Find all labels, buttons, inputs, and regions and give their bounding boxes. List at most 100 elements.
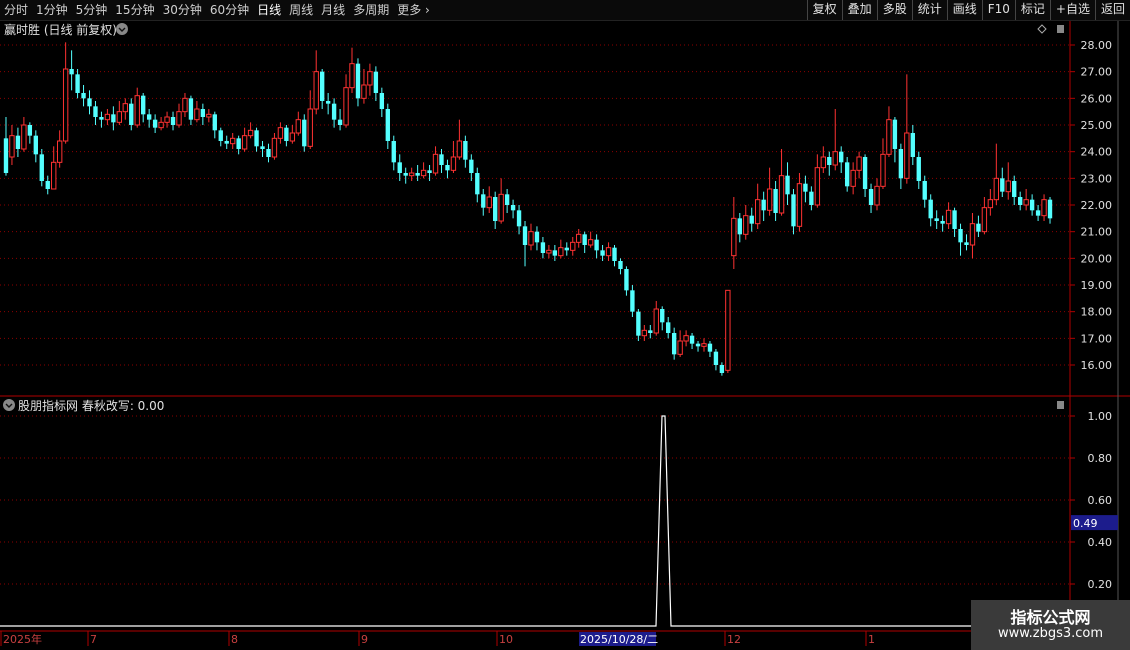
y-tick-label: 22.00 [1081, 199, 1113, 212]
candle-body [683, 335, 689, 342]
candle-body [528, 231, 534, 246]
y-tick-label: 0.80 [1088, 452, 1113, 465]
candle-body [731, 217, 737, 257]
candle-body [605, 247, 612, 257]
candle-body [81, 93, 86, 99]
diamond-icon[interactable] [1037, 24, 1047, 34]
candle-body [755, 199, 761, 225]
y-tick-label: 0.60 [1088, 494, 1113, 507]
candle-body [289, 132, 296, 142]
candle-body [284, 127, 289, 141]
y-tick-label: 21.00 [1081, 226, 1113, 239]
candle-body [111, 114, 116, 123]
candle-body [385, 109, 390, 141]
candle-body [552, 250, 558, 256]
candle-body [904, 132, 910, 179]
candle-body [307, 108, 313, 147]
y-tick-label: 20.00 [1081, 252, 1113, 265]
candle-body [427, 170, 432, 173]
candle-body [62, 68, 69, 142]
candle-body [725, 289, 731, 371]
x-tick-label: 12 [727, 633, 741, 646]
candle-body [796, 183, 803, 227]
candle-body [247, 129, 254, 137]
candle-body [45, 181, 50, 189]
candle-body [319, 71, 325, 101]
candle-body [969, 223, 976, 246]
candle-body [152, 119, 158, 128]
candle-body [981, 207, 988, 233]
y-tick-label: 26.00 [1081, 92, 1113, 105]
y-tick-label: 28.00 [1081, 39, 1113, 52]
chevron-down-icon[interactable] [3, 399, 15, 411]
candle-body [21, 124, 27, 150]
candle-body [558, 247, 564, 257]
candle-body [1029, 199, 1035, 211]
y-tick-label: 16.00 [1081, 359, 1113, 372]
candle-body [695, 343, 701, 347]
panel-menu-icon[interactable] [1057, 25, 1064, 33]
candle-body [534, 231, 540, 243]
candle-body [1047, 199, 1053, 219]
candle-body [141, 95, 146, 115]
panel-menu-icon[interactable] [1057, 401, 1064, 409]
candle-body [129, 103, 134, 125]
candle-body [510, 205, 516, 211]
y-tick-label: 0.20 [1088, 578, 1113, 591]
candle-body [976, 223, 981, 232]
candle-body [940, 221, 945, 224]
watermark-url: www.zbgs3.com [997, 626, 1104, 641]
candle-body [397, 162, 402, 173]
candle-body [134, 95, 140, 126]
candle-body [75, 74, 80, 93]
candle-body [1035, 210, 1041, 216]
candle-body [594, 239, 599, 251]
candle-body [636, 311, 641, 336]
watermark-title: 指标公式网 [1010, 608, 1091, 627]
chevron-down-icon[interactable] [116, 23, 128, 35]
candle-body [146, 114, 152, 120]
candle-body [1018, 197, 1023, 205]
candle-body [546, 249, 552, 254]
candle-body [1000, 178, 1005, 192]
candle-body [224, 141, 229, 144]
candle-body [122, 103, 128, 113]
candle-body [737, 218, 742, 235]
candle-body [493, 197, 498, 221]
candle-body [624, 269, 629, 291]
candle-body [862, 157, 868, 189]
candle-body [420, 169, 427, 177]
candle-body [778, 175, 785, 214]
x-tick-label: 2025年 [3, 632, 42, 646]
candle-body [99, 117, 104, 120]
candle-body [475, 173, 480, 195]
x-tick-label: 2025/10/28/二 [580, 633, 658, 646]
candle-body [648, 330, 653, 333]
candle-body [839, 151, 844, 163]
candle-body [945, 209, 952, 225]
candle-body [39, 154, 44, 181]
candle-body [934, 218, 939, 221]
candle-body [713, 351, 719, 365]
candle-body [832, 151, 838, 166]
candle-body [612, 247, 617, 261]
candle-body [27, 125, 33, 136]
candle-body [850, 169, 856, 187]
candle-body [773, 189, 778, 213]
indicator-line [0, 415, 1070, 627]
candle-body [719, 365, 725, 373]
candle-body [439, 154, 444, 165]
candle-body [809, 191, 814, 205]
candle-body [194, 108, 200, 121]
candle-body [337, 119, 343, 125]
candle-body [367, 71, 373, 86]
candle-body [630, 290, 635, 312]
candle-body [325, 101, 331, 104]
candle-body [587, 239, 594, 246]
kline-chart[interactable]: 赢时胜 (日线 前复权) 股朋指标网 春秋改写: 0.00 28.00 27.00… [0, 0, 1130, 650]
candle-body [653, 308, 659, 334]
candle-body [964, 242, 969, 245]
candle-body [415, 173, 420, 176]
candle-body [463, 141, 468, 160]
candle-body [445, 165, 450, 171]
